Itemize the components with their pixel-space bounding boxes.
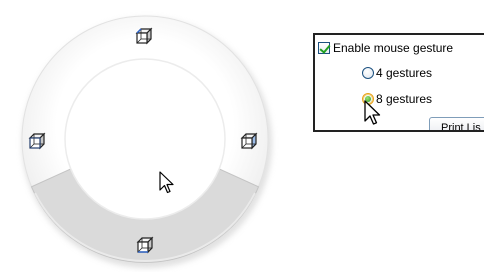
gestures-8-label: 8 gestures — [376, 92, 433, 106]
enable-gestures-checkbox[interactable] — [318, 42, 330, 54]
gestures-4-option[interactable]: 4 gestures — [362, 66, 432, 80]
enable-gestures-option[interactable]: Enable mouse gesture — [318, 41, 453, 55]
mouse-cursor-icon — [159, 171, 174, 194]
bottom-cube-icon[interactable] — [136, 236, 154, 254]
ring-center[interactable] — [64, 58, 226, 220]
print-list-button[interactable]: Print Lis — [429, 117, 484, 130]
left-cube-icon[interactable] — [28, 132, 46, 150]
mouse-cursor-icon — [364, 100, 381, 125]
gesture-options-panel: Enable mouse gesture 4 gestures 8 gestur… — [313, 33, 484, 132]
right-cube-icon[interactable] — [240, 132, 258, 150]
gestures-4-radio[interactable] — [362, 67, 374, 79]
gesture-ring[interactable] — [0, 0, 300, 272]
top-cube-icon[interactable] — [135, 27, 153, 45]
gestures-4-label: 4 gestures — [376, 66, 433, 80]
enable-gestures-label: Enable mouse gesture — [333, 41, 454, 55]
